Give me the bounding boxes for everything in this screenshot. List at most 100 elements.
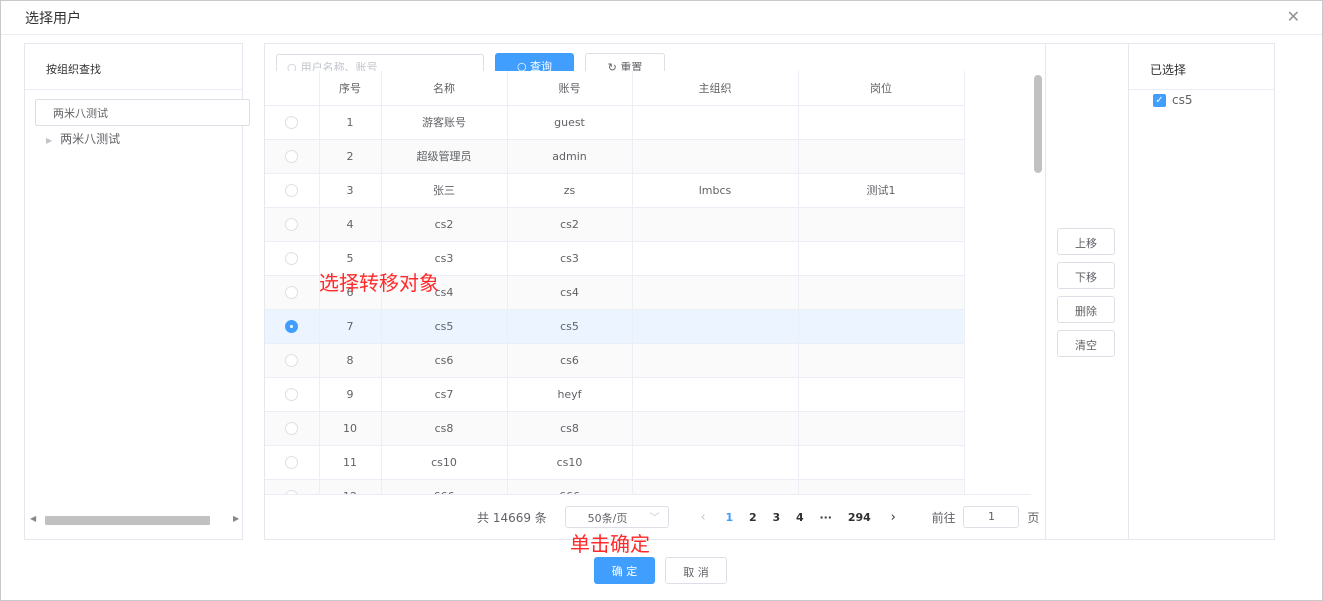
row-radio[interactable]	[265, 139, 320, 174]
table-row[interactable]: 1 游客账号 guest	[265, 105, 965, 140]
close-icon[interactable]: ✕	[1287, 7, 1300, 26]
page-number[interactable]: 294	[848, 511, 871, 524]
table-row[interactable]: 12666666	[265, 479, 965, 494]
column-header-name[interactable]: 名称	[381, 71, 508, 106]
table-row[interactable]: 9 cs7 heyf	[265, 377, 965, 412]
cell-post	[798, 105, 965, 140]
horizontal-scrollbar[interactable]: ◀ ▶	[28, 514, 241, 526]
row-radio[interactable]	[265, 411, 320, 446]
radio-icon[interactable]	[285, 183, 299, 197]
radio-icon[interactable]	[285, 387, 299, 401]
cell-org	[632, 139, 799, 174]
column-header-index[interactable]: 序号	[319, 71, 382, 106]
prev-page-icon[interactable]: ‹	[700, 510, 705, 525]
cell-post	[798, 343, 965, 378]
page-ellipsis[interactable]: ···	[819, 511, 832, 524]
cell-index: 8	[319, 343, 382, 378]
cell-post	[798, 411, 965, 446]
table-row[interactable]: 8 cs6 cs6	[265, 343, 965, 378]
radio-icon[interactable]	[285, 285, 299, 299]
cell-account: cs5	[507, 309, 633, 344]
row-radio[interactable]	[265, 173, 320, 208]
cell-index: 9	[319, 377, 382, 412]
move-up-button[interactable]: 上移	[1057, 228, 1115, 255]
scroll-left-icon[interactable]: ◀	[30, 514, 36, 523]
cell-name: 超级管理员	[381, 139, 508, 174]
dialog-title: 选择用户	[25, 11, 81, 27]
action-panel: 上移 下移 删除 清空	[1045, 43, 1129, 540]
column-header-account[interactable]: 账号	[507, 71, 633, 106]
radio-icon[interactable]	[285, 251, 299, 265]
page-size-select[interactable]: 50条/页 ﹀	[564, 506, 669, 528]
cell-account: cs3	[507, 241, 633, 276]
cell-post	[798, 241, 965, 276]
selected-panel-header: 已选择	[1129, 44, 1274, 90]
vertical-scrollbar[interactable]	[1031, 71, 1045, 495]
delete-button[interactable]: 删除	[1057, 296, 1115, 323]
table-row[interactable]: 3 张三 zs lmbcs 测试1	[265, 173, 965, 208]
radio-icon[interactable]	[285, 421, 299, 435]
scroll-right-icon[interactable]: ▶	[233, 514, 239, 523]
table-row[interactable]: 7 cs5 cs5	[265, 309, 965, 344]
dialog-header: 选择用户 ✕	[1, 1, 1322, 35]
checkbox-checked-icon[interactable]: ✓	[1153, 94, 1166, 107]
cell-account: heyf	[507, 377, 633, 412]
caret-right-icon[interactable]: ▶	[46, 136, 52, 145]
radio-icon[interactable]	[285, 217, 299, 231]
radio-icon[interactable]	[285, 115, 299, 129]
radio-icon[interactable]	[285, 455, 299, 469]
cell-name: cs6	[381, 343, 508, 378]
org-tree-node-label: 两米八测试	[60, 132, 121, 146]
next-page-icon[interactable]: ›	[891, 510, 896, 525]
jump-page-input[interactable]: 1	[963, 506, 1020, 528]
cell-org: lmbcs	[632, 173, 799, 208]
page-number[interactable]: 1	[726, 511, 734, 524]
scrollbar-thumb[interactable]	[45, 516, 210, 525]
column-header-post[interactable]: 岗位	[798, 71, 965, 106]
radio-icon[interactable]	[285, 353, 299, 367]
cell-account: cs10	[507, 445, 633, 480]
scrollbar-thumb[interactable]	[1034, 75, 1042, 173]
cell-index: 11	[319, 445, 382, 480]
cell-account: admin	[507, 139, 633, 174]
page-number[interactable]: 3	[772, 511, 780, 524]
selected-panel: 已选择 ✓ cs5	[1129, 43, 1275, 540]
row-radio[interactable]	[265, 207, 320, 242]
row-radio[interactable]	[265, 479, 320, 494]
row-radio[interactable]	[265, 445, 320, 480]
org-tree-node[interactable]: ▶ 两米八测试	[46, 130, 120, 147]
radio-checked-icon[interactable]	[285, 319, 299, 333]
cell-name: cs10	[381, 445, 508, 480]
cell-account: cs4	[507, 275, 633, 310]
clear-button[interactable]: 清空	[1057, 330, 1115, 357]
cell-post: 测试1	[798, 173, 965, 208]
move-down-button[interactable]: 下移	[1057, 262, 1115, 289]
row-radio[interactable]	[265, 105, 320, 140]
page-number[interactable]: 4	[796, 511, 804, 524]
column-header-org[interactable]: 主组织	[632, 71, 799, 106]
row-radio[interactable]	[265, 241, 320, 276]
selected-item[interactable]: ✓ cs5	[1153, 93, 1192, 107]
radio-icon[interactable]	[285, 149, 299, 163]
org-panel: 按组织查找 两米八测试 ▶ 两米八测试 ◀ ▶	[24, 43, 250, 540]
row-radio[interactable]	[265, 377, 320, 412]
table-row[interactable]: 11 cs10 cs10	[265, 445, 965, 480]
row-radio[interactable]	[265, 275, 320, 310]
cell-index: 2	[319, 139, 382, 174]
cell-org	[632, 275, 799, 310]
table-row[interactable]: 2 超级管理员 admin	[265, 139, 965, 174]
table-row[interactable]: 10 cs8 cs8	[265, 411, 965, 446]
cell-org	[632, 207, 799, 242]
page-number[interactable]: 2	[749, 511, 757, 524]
table-row[interactable]: 4 cs2 cs2	[265, 207, 965, 242]
cell-name: cs2	[381, 207, 508, 242]
org-panel-header: 按组织查找	[25, 44, 242, 90]
confirm-button[interactable]: 确 定	[594, 557, 655, 584]
row-radio[interactable]	[265, 309, 320, 344]
radio-icon[interactable]	[285, 489, 299, 494]
cancel-button[interactable]: 取 消	[665, 557, 727, 584]
cell-post	[798, 139, 965, 174]
row-radio[interactable]	[265, 343, 320, 378]
org-filter-input[interactable]: 两米八测试	[35, 99, 250, 126]
pagination-total: 共 14669 条	[477, 510, 547, 525]
